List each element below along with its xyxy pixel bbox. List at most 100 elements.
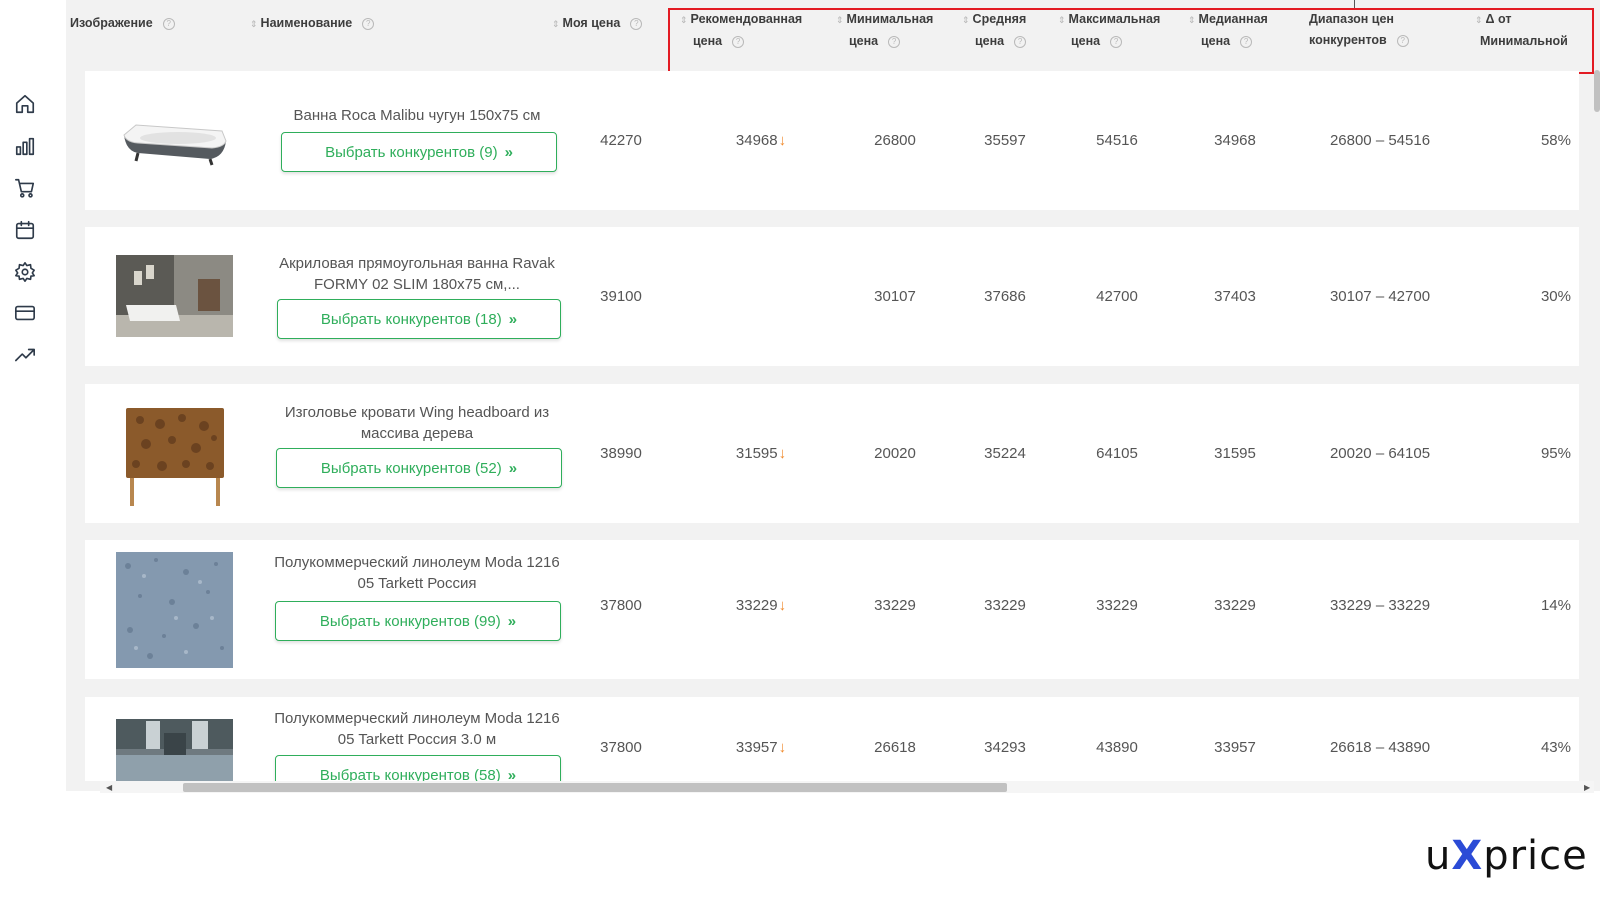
col-min[interactable]: ⇕ Минимальная цена?	[836, 9, 933, 52]
max-price: 42700	[1096, 288, 1138, 305]
recommended-price: 33957↓	[735, 739, 787, 756]
my-price: 42270	[600, 132, 642, 149]
table-row: Акриловая прямоугольная ванна Ravak FORM…	[85, 227, 1579, 366]
product-image	[116, 404, 233, 508]
median-price: 34968	[1214, 132, 1256, 149]
median-price: 37403	[1214, 288, 1256, 305]
recommended-price: 34968↓	[735, 132, 787, 149]
sort-icon[interactable]: ⇕	[962, 10, 970, 31]
scroll-right-icon[interactable]: ▶	[1584, 783, 1590, 792]
sort-icon[interactable]: ⇕	[250, 14, 258, 35]
avg-price: 35224	[984, 445, 1026, 462]
delta-min: 95%	[1540, 445, 1571, 462]
col-my-price[interactable]: ⇕ Моя цена?	[552, 13, 643, 35]
arrow-down-icon: ↓	[778, 739, 787, 756]
calendar-icon[interactable]	[12, 217, 38, 243]
avg-price: 37686	[984, 288, 1026, 305]
sort-icon[interactable]: ⇕	[836, 10, 844, 31]
sort-icon[interactable]: ⇕	[552, 14, 560, 35]
max-price: 64105	[1096, 445, 1138, 462]
max-price: 43890	[1096, 739, 1138, 756]
median-price: 33229	[1214, 597, 1256, 614]
arrow-down-icon: ↓	[778, 597, 787, 614]
recommended-price: 31595↓	[735, 445, 787, 462]
price-range: 33229 – 33229	[1329, 597, 1431, 614]
help-icon[interactable]: ?	[888, 35, 901, 48]
help-icon[interactable]: ?	[630, 17, 643, 30]
price-range: 20020 – 64105	[1329, 445, 1431, 462]
col-delta[interactable]: ⇕ Δ от Минимальной	[1475, 9, 1568, 52]
chevron-right-icon: »	[507, 766, 517, 782]
table-row: Ванна Roca Malibu чугун 150х75 см Выбрат…	[85, 71, 1579, 210]
help-icon[interactable]: ?	[1014, 35, 1027, 48]
delta-min: 58%	[1540, 132, 1571, 149]
table-row: Полукоммерческий линолеум Moda 1216 05 T…	[85, 540, 1579, 679]
arrow-down-icon: ↓	[778, 445, 787, 462]
pick-competitors-button[interactable]: Выбрать конкурентов (99)»	[275, 601, 561, 641]
horizontal-scroll-thumb[interactable]	[183, 783, 1007, 792]
sort-icon[interactable]: ⇕	[1188, 10, 1196, 31]
scroll-left-icon[interactable]: ◀	[106, 783, 112, 792]
col-recommended[interactable]: ⇕ Рекомендованная цена?	[680, 9, 802, 52]
avg-price: 35597	[984, 132, 1026, 149]
sort-icon[interactable]: ⇕	[1058, 10, 1066, 31]
product-name: Изголовье кровати Wing headboard из масс…	[284, 404, 550, 442]
my-price: 39100	[600, 288, 642, 305]
bar-chart-icon[interactable]	[12, 133, 38, 159]
product-name: Акриловая прямоугольная ванна Ravak FORM…	[279, 255, 555, 293]
card-icon[interactable]	[12, 300, 38, 326]
sort-icon[interactable]: ⇕	[1475, 10, 1483, 31]
chevron-right-icon: »	[507, 612, 517, 630]
min-price: 33229	[874, 597, 916, 614]
min-price: 26618	[874, 739, 916, 756]
sort-icon[interactable]: ⇕	[680, 10, 688, 31]
chevron-right-icon: »	[504, 143, 513, 161]
min-price: 30107	[874, 288, 916, 305]
col-max[interactable]: ⇕ Максимальная цена?	[1058, 9, 1160, 52]
chevron-right-icon: »	[508, 310, 518, 328]
max-price: 33229	[1096, 597, 1138, 614]
vertical-scrollbar[interactable]	[1594, 68, 1600, 781]
settings-icon[interactable]	[12, 259, 38, 285]
median-price: 31595	[1214, 445, 1256, 462]
pick-competitors-button[interactable]: Выбрать конкурентов (58)»	[275, 755, 561, 781]
help-icon[interactable]: ?	[1396, 34, 1409, 47]
help-icon[interactable]: ?	[362, 17, 375, 30]
delta-min: 43%	[1540, 739, 1571, 756]
recommended-price: 33229↓	[735, 597, 787, 614]
product-name: Ванна Roca Malibu чугун 150х75 см	[293, 107, 541, 124]
divider	[1354, 0, 1355, 8]
table-row: Полукоммерческий линолеум Moda 1216 05 T…	[85, 697, 1579, 781]
product-image	[116, 719, 233, 781]
delta-min: 30%	[1540, 288, 1571, 305]
pick-competitors-button[interactable]: Выбрать конкурентов (18)»	[277, 299, 561, 339]
help-icon[interactable]: ?	[1240, 35, 1253, 48]
min-price: 20020	[874, 445, 916, 462]
trend-icon[interactable]	[12, 342, 38, 368]
col-range[interactable]: Диапазон цен конкурентов?	[1309, 9, 1409, 51]
col-median[interactable]: ⇕ Медианная цена?	[1188, 9, 1268, 52]
pick-competitors-button[interactable]: Выбрать конкурентов (9)»	[281, 132, 557, 172]
col-name[interactable]: ⇕ Наименование?	[250, 13, 375, 35]
col-image[interactable]: Изображение?	[70, 13, 175, 34]
product-image	[116, 93, 233, 185]
help-icon[interactable]: ?	[1110, 35, 1123, 48]
my-price: 37800	[600, 597, 642, 614]
my-price: 38990	[600, 445, 642, 462]
price-range: 30107 – 42700	[1329, 288, 1431, 305]
chevron-right-icon: »	[508, 459, 518, 477]
price-range: 26618 – 43890	[1329, 739, 1431, 756]
col-avg[interactable]: ⇕ Средняя цена?	[962, 9, 1026, 52]
home-icon[interactable]	[12, 91, 38, 117]
help-icon[interactable]: ?	[732, 35, 745, 48]
table-row: Изголовье кровати Wing headboard из масс…	[85, 384, 1579, 523]
median-price: 33957	[1214, 739, 1256, 756]
avg-price: 34293	[984, 739, 1026, 756]
pick-competitors-button[interactable]: Выбрать конкурентов (52)»	[276, 448, 562, 488]
price-range: 26800 – 54516	[1329, 132, 1431, 149]
cart-icon[interactable]	[12, 175, 38, 201]
avg-price: 33229	[984, 597, 1026, 614]
table-header: Изображение? ⇕ Наименование? ⇕ Моя цена? ⇕…	[66, 0, 1600, 68]
help-icon[interactable]: ?	[162, 17, 175, 30]
vertical-scroll-thumb[interactable]	[1594, 70, 1600, 112]
